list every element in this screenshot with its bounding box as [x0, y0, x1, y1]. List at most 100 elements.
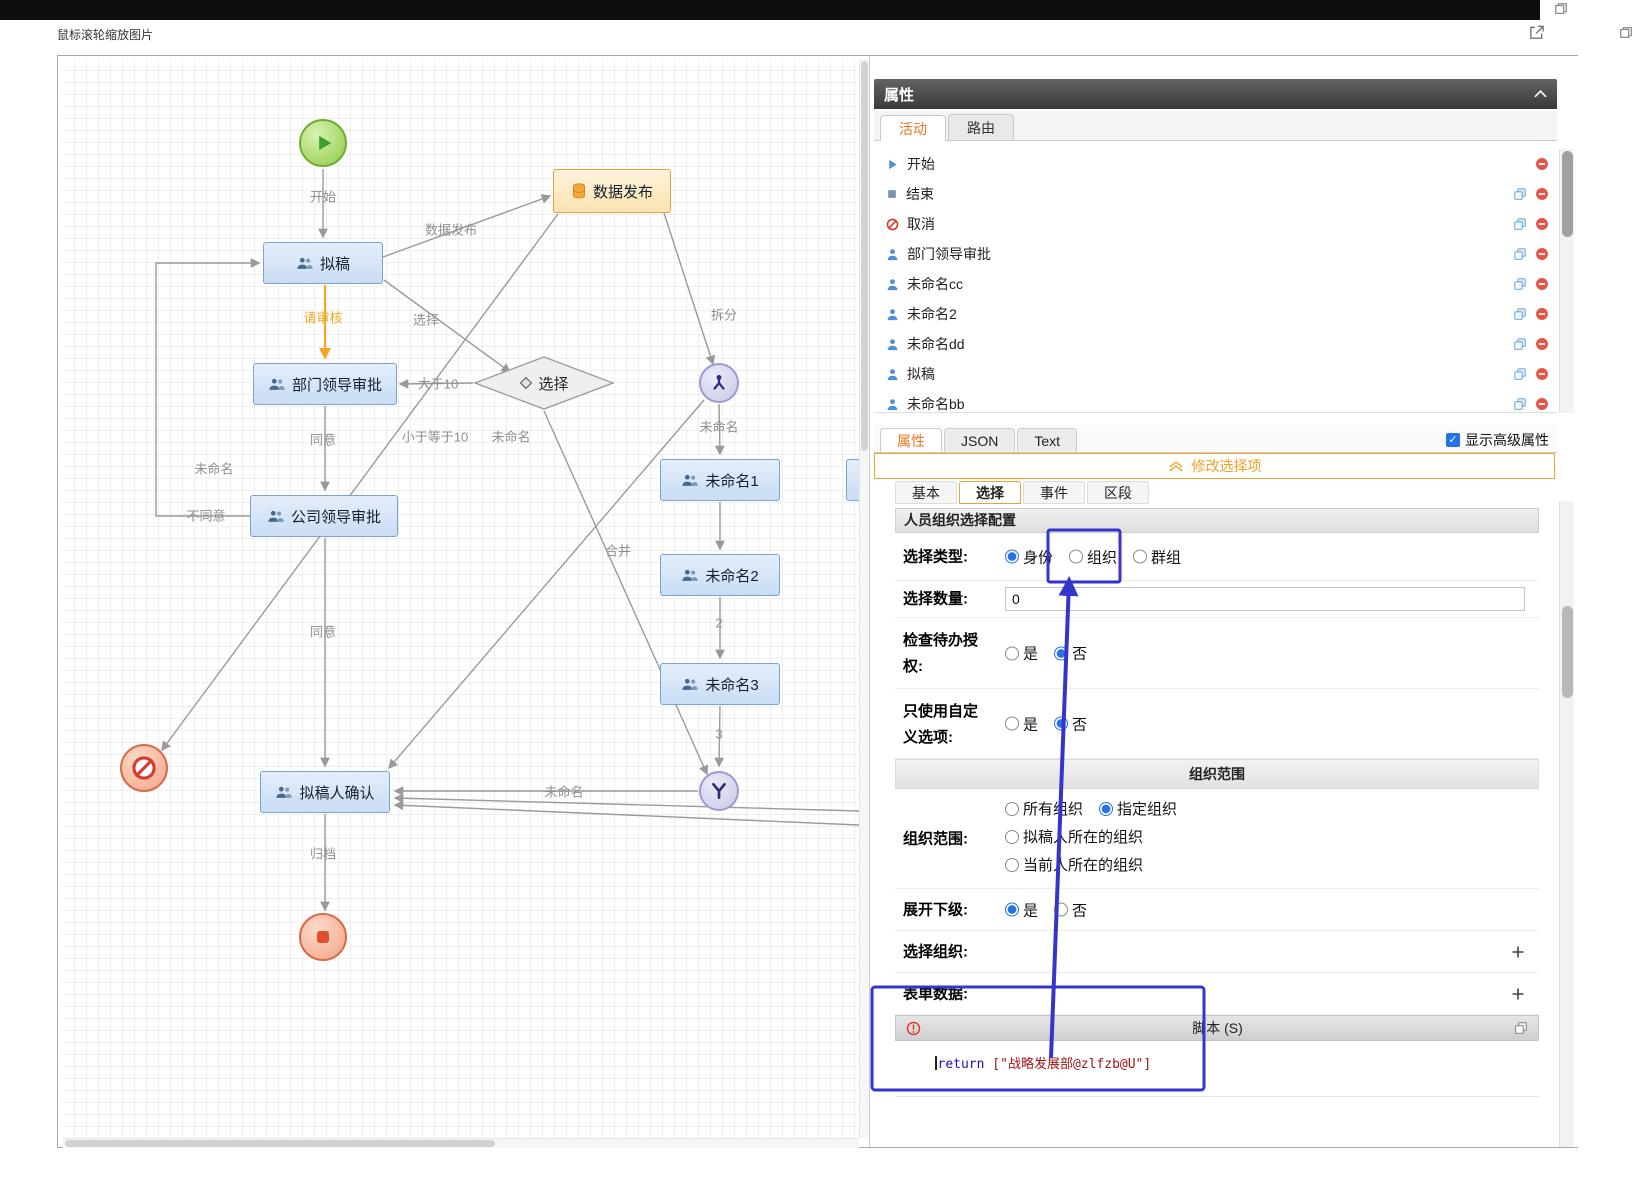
copy-activity-button[interactable]: [1513, 367, 1527, 381]
copy-activity-button[interactable]: [1513, 217, 1527, 231]
copy-activity-button[interactable]: [1513, 247, 1527, 261]
copy-script-icon[interactable]: [1514, 1021, 1528, 1035]
radio-circle[interactable]: [1005, 802, 1019, 816]
flow-canvas[interactable]: 开始数据发布请审核选择拆分大于10小于等于10未命名同意未命名不同意合并同意未命…: [63, 59, 859, 1138]
flow-node-publish[interactable]: 数据发布: [553, 169, 671, 213]
join-icon: [709, 781, 729, 801]
delete-activity-button[interactable]: [1535, 217, 1549, 231]
radio-option-组织[interactable]: 组织: [1069, 546, 1117, 567]
radio-option-当前人所在的组织[interactable]: 当前人所在的组织: [1005, 854, 1143, 875]
copy-activity-button[interactable]: [1513, 337, 1527, 351]
external-link-icon[interactable]: [1528, 24, 1545, 41]
tab-选择[interactable]: 选择: [959, 481, 1021, 504]
flow-node-n1[interactable]: 未命名1: [660, 459, 780, 501]
delete-activity-button[interactable]: [1535, 337, 1549, 351]
tab-路由[interactable]: 路由: [948, 114, 1014, 140]
edge-label: 未命名: [544, 782, 583, 801]
chevron-up-icon[interactable]: [1534, 90, 1547, 98]
add-form-data-button[interactable]: [1511, 987, 1525, 1001]
activity-row-未命名2[interactable]: 未命名2: [874, 299, 1557, 329]
tab-事件[interactable]: 事件: [1023, 481, 1085, 504]
radio-option-否[interactable]: 否: [1054, 643, 1087, 664]
radio-circle[interactable]: [1005, 646, 1019, 660]
copy-activity-button[interactable]: [1513, 277, 1527, 291]
radio-option-身份[interactable]: 身份: [1005, 546, 1053, 567]
activity-row-拟稿[interactable]: 拟稿: [874, 359, 1557, 389]
copy-activity-button[interactable]: [1513, 187, 1527, 201]
delete-activity-button[interactable]: [1535, 157, 1549, 171]
scrollbar-thumb[interactable]: [861, 61, 868, 451]
radio-option-否[interactable]: 否: [1054, 899, 1087, 920]
delete-activity-button[interactable]: [1535, 247, 1549, 261]
copy-activity-button[interactable]: [1513, 397, 1527, 411]
radio-option-所有组织[interactable]: 所有组织: [1005, 798, 1083, 819]
tab-区段[interactable]: 区段: [1087, 481, 1149, 504]
flow-node-start[interactable]: [299, 119, 347, 167]
scrollbar-thumb[interactable]: [1562, 151, 1573, 237]
window-icon[interactable]: [1554, 2, 1568, 16]
activity-row-开始[interactable]: 开始: [874, 149, 1557, 179]
activity-row-未命名cc[interactable]: 未命名cc: [874, 269, 1557, 299]
radio-option-群组[interactable]: 群组: [1133, 546, 1181, 567]
scrollbar-thumb[interactable]: [1562, 606, 1573, 698]
window-icon-partial[interactable]: [1620, 24, 1632, 42]
delete-activity-button[interactable]: [1535, 367, 1549, 381]
tab-属性[interactable]: 属性: [880, 428, 942, 452]
radio-circle[interactable]: [1054, 903, 1068, 917]
flow-node-n3[interactable]: 未命名3: [660, 663, 780, 705]
tab-JSON[interactable]: JSON: [944, 428, 1015, 452]
flow-node-end[interactable]: [299, 913, 347, 961]
canvas-vertical-scrollbar[interactable]: [859, 59, 869, 1138]
flow-node-dept[interactable]: 部门领导审批: [253, 363, 397, 405]
delete-activity-button[interactable]: [1535, 187, 1549, 201]
form-scrollbar[interactable]: [1559, 501, 1574, 1147]
flow-node-confirm[interactable]: 拟稿人确认: [260, 771, 390, 813]
flow-node-partial[interactable]: [846, 459, 859, 501]
activity-row-未命名dd[interactable]: 未命名dd: [874, 329, 1557, 359]
activity-row-未命名bb[interactable]: 未命名bb: [874, 389, 1557, 413]
script-editor[interactable]: return ["战略发展部@zlfzb@U"]: [895, 1041, 1539, 1097]
activity-list-scrollbar[interactable]: [1559, 149, 1574, 413]
radio-option-是[interactable]: 是: [1005, 643, 1038, 664]
radio-circle[interactable]: [1133, 550, 1147, 564]
flow-node-company[interactable]: 公司领导审批: [250, 495, 398, 537]
radio-circle[interactable]: [1069, 550, 1083, 564]
radio-circle[interactable]: [1099, 802, 1113, 816]
flow-node-join[interactable]: [699, 771, 739, 811]
flow-node-cancel[interactable]: [120, 744, 168, 792]
radio-option-否[interactable]: 否: [1054, 713, 1087, 734]
radio-circle[interactable]: [1005, 903, 1019, 917]
radio-circle[interactable]: [1005, 717, 1019, 731]
activity-row-部门领导审批[interactable]: 部门领导审批: [874, 239, 1557, 269]
delete-activity-button[interactable]: [1535, 277, 1549, 291]
radio-circle[interactable]: [1005, 858, 1019, 872]
add-organization-button[interactable]: [1511, 945, 1525, 959]
radio-option-是[interactable]: 是: [1005, 713, 1038, 734]
activity-row-取消[interactable]: 取消: [874, 209, 1557, 239]
flow-node-split[interactable]: [699, 363, 739, 403]
radio-option-拟稿人所在的组织[interactable]: 拟稿人所在的组织: [1005, 826, 1143, 847]
delete-activity-button[interactable]: [1535, 397, 1549, 411]
activity-row-结束[interactable]: 结束: [874, 179, 1557, 209]
radio-circle[interactable]: [1005, 830, 1019, 844]
select-count-input[interactable]: [1005, 587, 1525, 611]
radio-circle[interactable]: [1005, 550, 1019, 564]
radio-option-指定组织[interactable]: 指定组织: [1099, 798, 1177, 819]
tab-活动[interactable]: 活动: [880, 115, 946, 141]
radio-circle[interactable]: [1054, 646, 1068, 660]
radio-option-是[interactable]: 是: [1005, 899, 1038, 920]
canvas-horizontal-scrollbar[interactable]: [63, 1138, 859, 1148]
person-icon: [886, 278, 899, 291]
flow-node-choice[interactable]: 选择: [474, 356, 614, 410]
tab-基本[interactable]: 基本: [895, 481, 957, 504]
tab-Text[interactable]: Text: [1017, 428, 1077, 452]
show-advanced-checkbox[interactable]: 显示高级属性: [1446, 430, 1549, 450]
checkbox-icon[interactable]: [1446, 433, 1460, 447]
radio-circle[interactable]: [1054, 717, 1068, 731]
flow-node-n2[interactable]: 未命名2: [660, 554, 780, 596]
modify-selection-banner[interactable]: 修改选择项: [874, 453, 1555, 479]
copy-activity-button[interactable]: [1513, 307, 1527, 321]
flow-node-draft[interactable]: 拟稿: [263, 242, 383, 284]
delete-activity-button[interactable]: [1535, 307, 1549, 321]
scrollbar-thumb[interactable]: [65, 1140, 495, 1147]
